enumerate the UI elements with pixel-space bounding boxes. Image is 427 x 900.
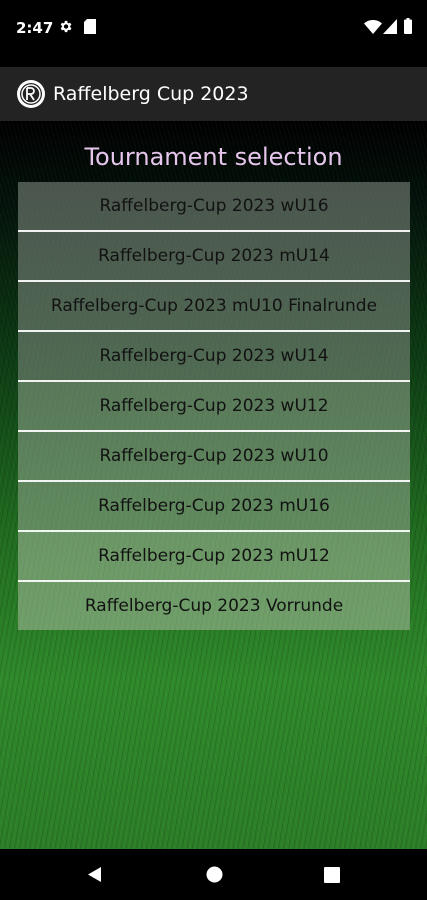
club-logo-icon: [17, 80, 45, 108]
page-title: Tournament selection: [84, 143, 343, 171]
tournament-item[interactable]: Raffelberg-Cup 2023 mU16: [18, 482, 410, 532]
tournament-item[interactable]: Raffelberg-Cup 2023 mU10 Finalrunde: [18, 282, 410, 332]
tournament-item[interactable]: Raffelberg-Cup 2023 wU12: [18, 382, 410, 432]
tournament-item[interactable]: Raffelberg-Cup 2023 wU16: [18, 182, 410, 232]
gear-icon: [60, 20, 72, 33]
app-title: Raffelberg Cup 2023: [53, 83, 249, 105]
tournament-item[interactable]: Raffelberg-Cup 2023 wU10: [18, 432, 410, 482]
back-icon[interactable]: [86, 866, 103, 883]
tournament-item[interactable]: Raffelberg-Cup 2023 wU14: [18, 332, 410, 382]
navigation-bar: [0, 849, 427, 900]
tournament-item[interactable]: Raffelberg-Cup 2023 mU12: [18, 532, 410, 582]
status-bar: 2:47: [0, 0, 427, 56]
tournament-item[interactable]: Raffelberg-Cup 2023 Vorrunde: [18, 582, 410, 630]
main-content: Tournament selection Raffelberg-Cup 2023…: [0, 121, 427, 849]
wifi-icon: [364, 20, 382, 34]
app-bar: Raffelberg Cup 2023: [0, 67, 427, 121]
home-icon[interactable]: [206, 866, 223, 883]
tournament-item[interactable]: Raffelberg-Cup 2023 mU14: [18, 232, 410, 282]
recents-icon[interactable]: [324, 867, 340, 883]
tournament-list: Raffelberg-Cup 2023 wU16 Raffelberg-Cup …: [18, 182, 410, 630]
status-time: 2:47: [16, 19, 54, 37]
battery-icon: [404, 18, 412, 34]
sd-card-icon: [84, 19, 96, 34]
signal-icon: [383, 19, 397, 34]
